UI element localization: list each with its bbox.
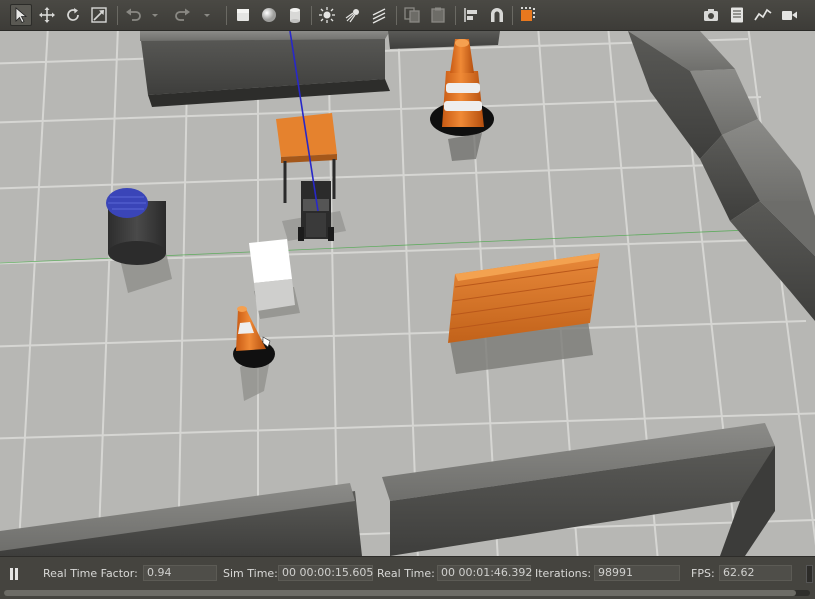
box-shape-icon[interactable] [232, 4, 254, 26]
directional-light-icon[interactable] [368, 4, 390, 26]
snap-icon[interactable] [486, 4, 508, 26]
log-data-icon[interactable] [726, 4, 748, 26]
iterations-value: 98991 [594, 565, 680, 581]
change-view-icon[interactable] [517, 4, 539, 26]
sim-time-label: Sim Time: [223, 567, 278, 580]
real-time-value: 00 00:01:46.392 [437, 565, 532, 581]
real-time-factor-value: 0.94 [143, 565, 217, 581]
pause-icon [10, 568, 18, 580]
rotate-mode-icon[interactable] [62, 4, 84, 26]
3d-scene-viewport[interactable] [0, 31, 815, 556]
redo-dropdown-icon[interactable] [200, 4, 214, 26]
undo-icon[interactable] [122, 4, 144, 26]
real-time-factor-label: Real Time Factor: [43, 567, 138, 580]
sim-time-value: 00 00:00:15.605 [278, 565, 373, 581]
plot-icon[interactable] [752, 4, 774, 26]
sphere-shape-icon[interactable] [258, 4, 280, 26]
main-toolbar [0, 0, 815, 31]
iterations-label: Iterations: [535, 567, 592, 580]
select-mode-icon[interactable] [10, 4, 32, 26]
toolbar-separator [396, 6, 397, 25]
scrollbar-thumb[interactable] [4, 590, 796, 596]
screenshot-icon[interactable] [700, 4, 722, 26]
scale-mode-icon[interactable] [88, 4, 110, 26]
robot-model [298, 181, 334, 241]
toolbar-separator [226, 6, 227, 25]
align-icon[interactable] [460, 4, 482, 26]
toolbar-separator [512, 6, 513, 25]
fps-value: 62.62 [719, 565, 792, 581]
spot-light-icon[interactable] [342, 4, 364, 26]
real-time-label: Real Time: [377, 567, 435, 580]
panel-grip-handle[interactable] [806, 565, 813, 583]
redo-icon[interactable] [172, 4, 194, 26]
video-record-icon[interactable] [778, 4, 800, 26]
paste-icon[interactable] [427, 4, 449, 26]
cylinder-shape-icon[interactable] [284, 4, 306, 26]
simulation-status-bar: Real Time Factor: 0.94 Sim Time: 00 00:0… [0, 556, 815, 599]
translate-mode-icon[interactable] [36, 4, 58, 26]
horizontal-scrollbar[interactable] [4, 590, 810, 596]
fps-label: FPS: [691, 567, 715, 580]
undo-dropdown-icon[interactable] [148, 4, 162, 26]
toolbar-separator [311, 6, 312, 25]
copy-icon[interactable] [401, 4, 423, 26]
toolbar-separator [117, 6, 118, 25]
point-light-icon[interactable] [316, 4, 338, 26]
pause-button[interactable] [6, 566, 22, 580]
toolbar-separator [455, 6, 456, 25]
